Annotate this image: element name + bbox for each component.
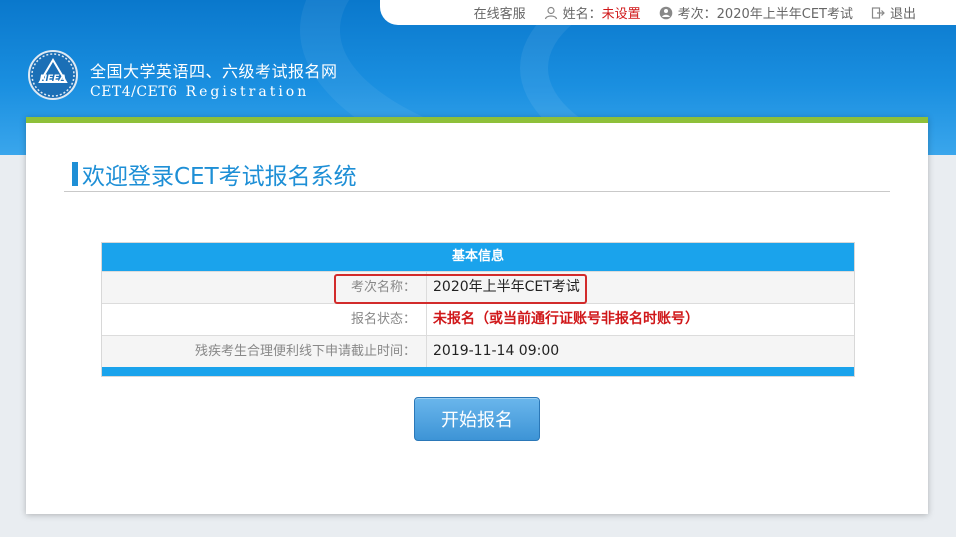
row-label: 报名状态： (102, 304, 427, 335)
logout-link[interactable]: 退出 (871, 3, 916, 22)
exam-session-label: 考次： (677, 7, 717, 22)
page-title-text: 欢迎登录CET考试报名系统 (82, 164, 357, 190)
exam-session-value: 2020年上半年CET考试 (716, 7, 853, 22)
logout-label: 退出 (889, 7, 916, 22)
site-brand: 全国大学英语四、六级考试报名网 CET4/CET6 Registration (90, 58, 338, 100)
user-name-value: 未设置 (601, 7, 641, 22)
table-row-status: 报名状态： 未报名（或当前通行证账号非报名时账号） (102, 303, 854, 335)
online-service-label: 在线客服 (473, 7, 526, 22)
table-row-exam-name: 考次名称： 2020年上半年CET考试 (102, 271, 854, 303)
basic-info-table: 基本信息 考次名称： 2020年上半年CET考试 报名状态： 未报名（或当前通行… (101, 242, 855, 377)
site-title-en-cet: CET4/CET6 (90, 84, 178, 100)
user-icon (544, 6, 557, 19)
row-label: 残疾考生合理便利线下申请截止时间： (102, 336, 427, 367)
logo-text: NEEA (40, 74, 67, 84)
row-value: 2020年上半年CET考试 (433, 279, 580, 295)
neea-logo-icon: NEEA (28, 50, 78, 100)
user-name-label: 姓名： (562, 7, 602, 22)
page-title: 欢迎登录CET考试报名系统 (72, 157, 357, 191)
table-footer-bar (102, 367, 854, 376)
table-row-deadline: 残疾考生合理便利线下申请截止时间： 2019-11-14 09:00 (102, 335, 854, 367)
exam-icon (659, 6, 672, 19)
title-marker (72, 162, 78, 186)
row-label: 考次名称： (102, 272, 427, 303)
online-service-link[interactable]: 在线客服 (474, 3, 526, 22)
card-accent-bar (26, 117, 928, 123)
top-user-bar: 在线客服 姓名： 未设置 考次： 2020年上半年CET考试 退出 (380, 0, 956, 25)
title-divider (64, 191, 890, 192)
main-card: 欢迎登录CET考试报名系统 基本信息 考次名称： 2020年上半年CET考试 报… (26, 117, 928, 514)
site-title-cn: 全国大学英语四、六级考试报名网 (90, 62, 338, 81)
start-registration-button[interactable]: 开始报名 (414, 397, 540, 441)
site-title-en: CET4/CET6 Registration (90, 84, 338, 100)
site-title-en-registration: Registration (185, 84, 310, 100)
exam-session-info: 考次： 2020年上半年CET考试 (659, 3, 853, 22)
user-name-info: 姓名： 未设置 (544, 3, 641, 22)
logout-icon (871, 6, 885, 19)
row-value: 2019-11-14 09:00 (433, 343, 560, 359)
row-value-status: 未报名（或当前通行证账号非报名时账号） (433, 311, 699, 327)
basic-info-heading: 基本信息 (102, 243, 854, 271)
